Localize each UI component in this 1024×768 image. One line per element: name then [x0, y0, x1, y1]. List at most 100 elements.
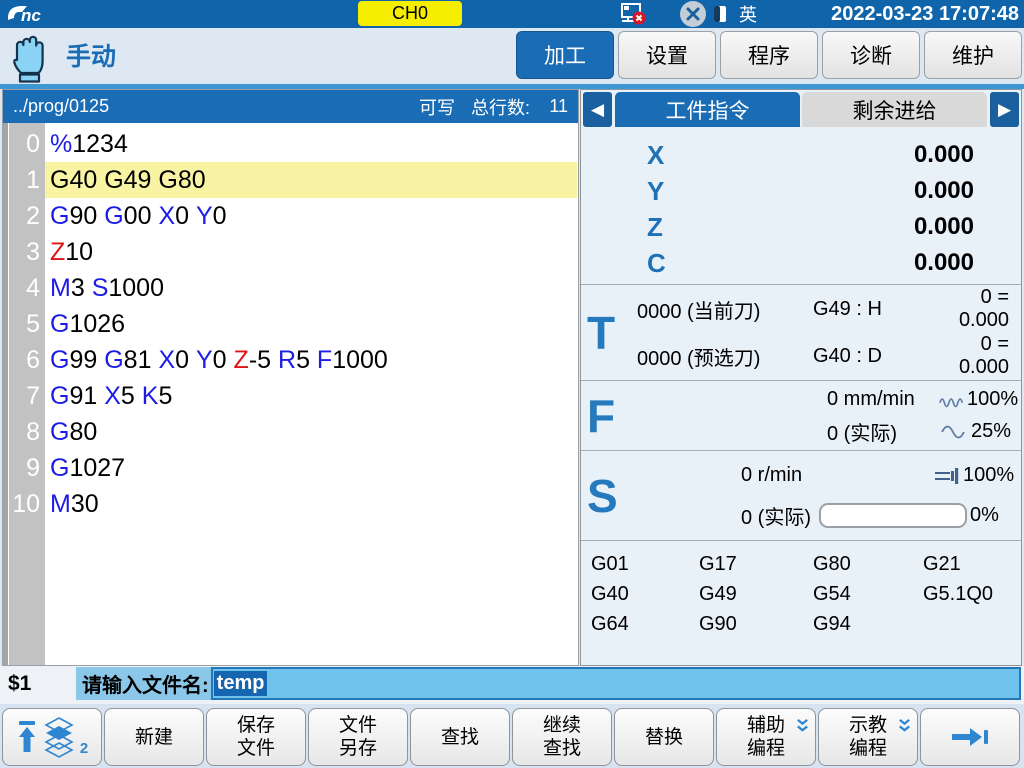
feed-section: F 0 mm/min 100% 0 (实际) 25% [581, 380, 1021, 450]
feed-override-percent: 25% [967, 420, 1011, 443]
editor-line[interactable]: 5G1026 [3, 306, 577, 342]
panel-tabs: 工件指令剩余进给 [615, 92, 987, 127]
softkey-bar: 2新建保存文件文件另存查找继续查找替换辅助编程示教编程 [0, 704, 1024, 768]
tool-comp-value: 0 = 0.000 [933, 286, 1009, 332]
editor-line[interactable]: 9G1027 [3, 450, 577, 486]
status-panel: ◀ 工件指令剩余进给 ▶ X0.000Y0.000Z0.000C0.000 T … [580, 89, 1022, 666]
tool-number: 0000 (预选刀) [637, 342, 813, 371]
spindle-row-actual: 0 (实际) 0% [631, 499, 1021, 533]
softkey-label-line: 另存 [339, 737, 377, 760]
gcode-cell: G80 [813, 549, 923, 579]
panel-tab-remaining-feed[interactable]: 剩余进给 [802, 92, 987, 127]
save-as-button[interactable]: 文件另存 [308, 708, 408, 766]
writable-status: 可写 [419, 94, 455, 120]
save-file-button[interactable]: 保存文件 [206, 708, 306, 766]
next-softkeys-button[interactable] [920, 708, 1020, 766]
tab-program[interactable]: 程序 [720, 31, 818, 79]
editor-line[interactable]: 4M3 S1000 [3, 270, 577, 306]
code-token: X [158, 202, 175, 231]
tab-maintenance[interactable]: 维护 [924, 31, 1022, 79]
line-code: G1026 [45, 306, 577, 342]
panel-next-icon[interactable]: ▶ [990, 92, 1019, 127]
find-next-button[interactable]: 继续查找 [512, 708, 612, 766]
filename-input[interactable]: temp [211, 667, 1021, 700]
code-token: G [50, 418, 69, 447]
code-token: G [104, 202, 123, 231]
axis-row: Y0.000 [581, 173, 1021, 209]
axis-value: 0.000 [691, 249, 974, 277]
editor-line[interactable]: 6G99 G81 X0 Y0 Z-5 R5 F1000 [3, 342, 577, 378]
tab-machining[interactable]: 加工 [516, 31, 614, 79]
code-token: 99 [69, 346, 104, 375]
code-token: G [50, 310, 69, 339]
feed-row-programmed: 0 mm/min 100% [631, 385, 1023, 415]
line-number: 8 [3, 414, 45, 450]
softkey-label-line: 辅助 [747, 714, 785, 737]
editor-line[interactable]: 2G90 G00 X0 Y0 [3, 198, 577, 234]
line-number: 9 [3, 450, 45, 486]
axis-value: 0.000 [691, 177, 974, 205]
network-error-icon[interactable] [618, 2, 648, 26]
code-token: G [50, 382, 69, 411]
line-number: 1 [3, 162, 45, 198]
menu-level-badge: 2 [80, 740, 88, 757]
code-token: G [50, 346, 69, 375]
tab-settings[interactable]: 设置 [618, 31, 716, 79]
replace-button[interactable]: 替换 [614, 708, 714, 766]
line-number: 3 [3, 234, 45, 270]
find-button[interactable]: 查找 [410, 708, 510, 766]
softkey-label-line: 编程 [747, 737, 785, 760]
close-circle-icon[interactable] [680, 1, 706, 27]
axis-name: Z [647, 212, 691, 243]
tool-compensation: G40 : D [813, 345, 933, 368]
panel-prev-icon[interactable]: ◀ [583, 92, 612, 127]
aux-programming-button[interactable]: 辅助编程 [716, 708, 816, 766]
filename-prompt-area: 请输入文件名: temp [76, 667, 1021, 700]
teach-programming-button[interactable]: 示教编程 [818, 708, 918, 766]
editor-line[interactable]: 8G80 [3, 414, 577, 450]
spindle-row-speed: 0 r/min 100% [631, 459, 1021, 493]
code-token: G [50, 202, 69, 231]
tab-diagnosis[interactable]: 诊断 [822, 31, 920, 79]
line-code: G80 [45, 414, 577, 450]
code-token: 30 [71, 490, 99, 519]
softkey-label: 保存文件 [237, 714, 275, 760]
hand-icon [8, 31, 50, 83]
editor-line[interactable]: 3Z10 [3, 234, 577, 270]
ime-icon[interactable] [713, 5, 727, 23]
editor-body[interactable]: 0%12341G40 G49 G802G90 G00 X0 Y03Z104M3 … [3, 123, 578, 665]
softkey-label: 示教编程 [849, 714, 887, 760]
editor-line[interactable]: 7G91 X5 K5 [3, 378, 577, 414]
softkey-label-line: 文件 [339, 714, 377, 737]
panel-tab-workpiece-command[interactable]: 工件指令 [615, 92, 800, 127]
tool-comp-value: 0 = 0.000 [933, 333, 1009, 379]
softkey-label-line: 编程 [849, 737, 887, 760]
tool-rows: 0000 (当前刀)G49 : H0 = 0.0000000 (预选刀)G40 … [637, 285, 1021, 380]
editor-line[interactable]: 0%1234 [3, 126, 577, 162]
code-token: X [104, 382, 121, 411]
axis-row: X0.000 [581, 137, 1021, 173]
line-number: 0 [3, 126, 45, 162]
new-file-button[interactable]: 新建 [104, 708, 204, 766]
axis-name: X [647, 140, 691, 171]
tool-section: T 0000 (当前刀)G49 : H0 = 0.0000000 (预选刀)G4… [581, 284, 1021, 380]
softkey-label-line: 查找 [543, 737, 581, 760]
rapid-override-percent: 100% [967, 388, 1011, 411]
code-token: F [317, 346, 332, 375]
softkey-label-line: 示教 [849, 714, 887, 737]
code-token: Y [196, 202, 213, 231]
line-number: 7 [3, 378, 45, 414]
spindle-rows: 0 r/min 100% 0 (实际) 0% [631, 451, 1021, 540]
back-button[interactable]: 2 [2, 708, 102, 766]
softkey-label: 新建 [135, 726, 173, 749]
channel-badge[interactable]: CH0 [358, 1, 462, 26]
line-number: 2 [3, 198, 45, 234]
gcode-cell: G49 [699, 579, 813, 609]
axis-value: 0.000 [691, 213, 974, 241]
language-indicator[interactable]: 英 [739, 0, 757, 28]
line-number: 6 [3, 342, 45, 378]
total-lines-value: 11 [546, 96, 568, 117]
editor-line[interactable]: 10M30 [3, 486, 577, 522]
editor-line[interactable]: 1G40 G49 G80 [3, 162, 577, 198]
tool-number: 0000 (当前刀) [637, 295, 813, 324]
